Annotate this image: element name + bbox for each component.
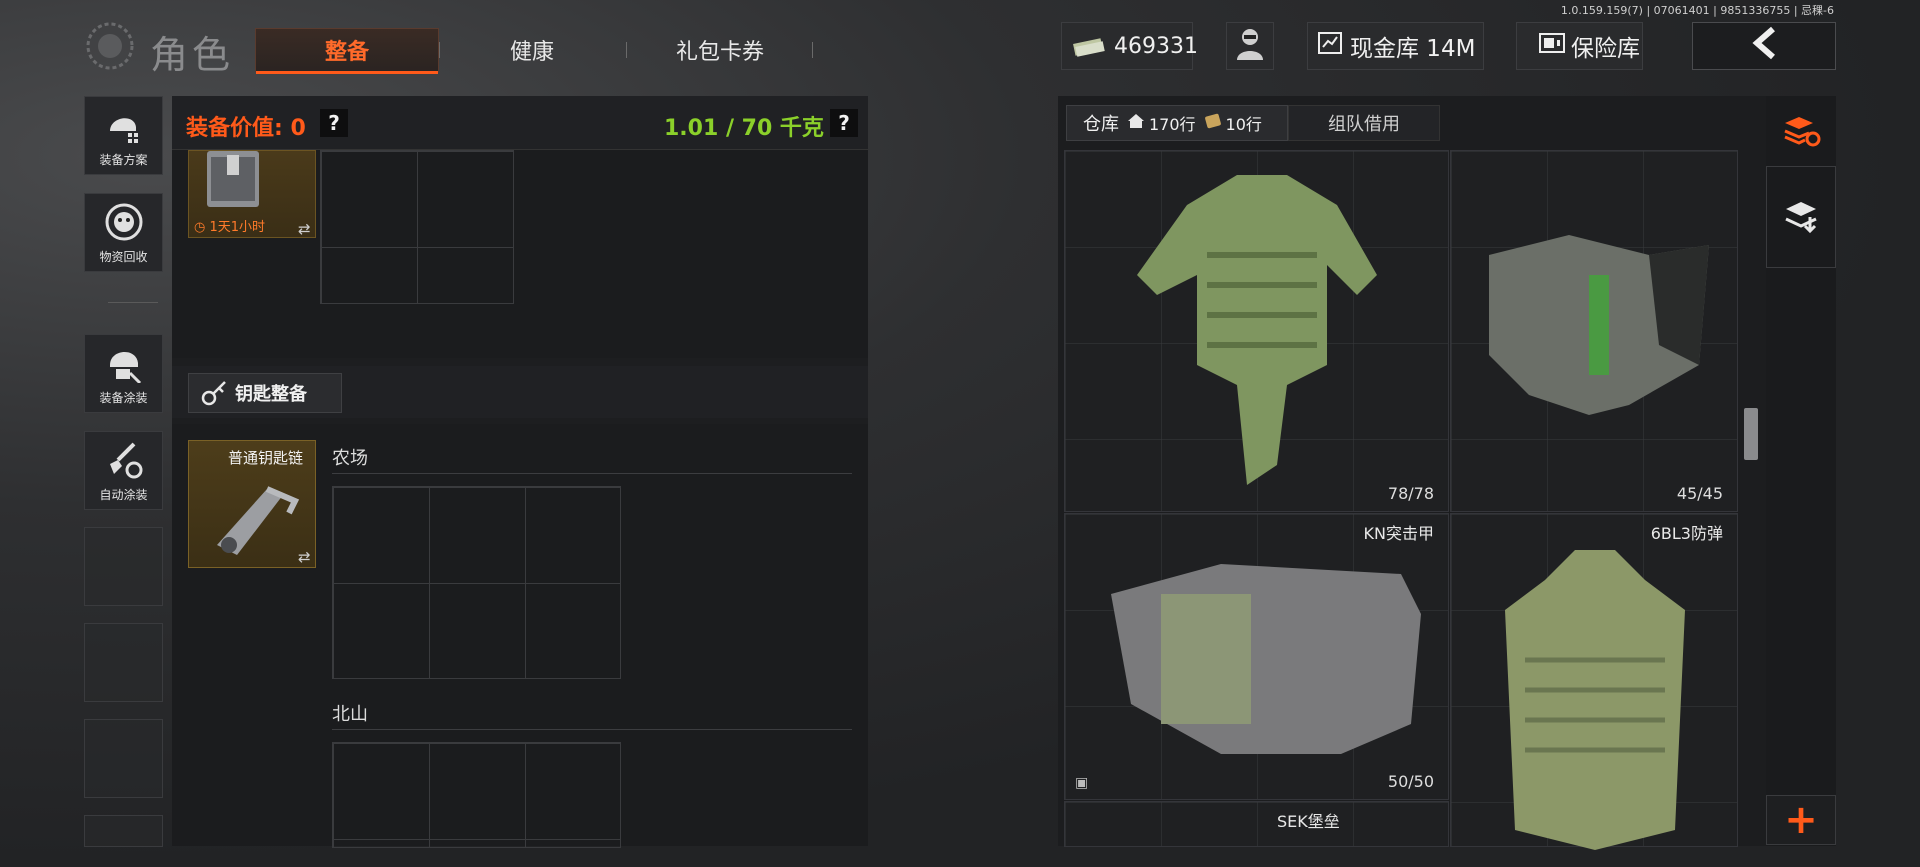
item-durability: 78/78: [1387, 484, 1434, 503]
layer-download-button[interactable]: [1766, 166, 1836, 268]
weight-help-button[interactable]: ?: [830, 109, 858, 137]
item-durability: 50/50: [1387, 772, 1434, 791]
weight-display: 1.01 / 70 千克: [664, 116, 824, 141]
recycle-face-icon: [105, 203, 142, 241]
chevron-left-icon: [1749, 26, 1779, 66]
body-armor-vest-image: [1137, 175, 1377, 485]
layers-refresh-icon: [1784, 117, 1821, 147]
item-name: 6BL3防弹: [1650, 524, 1723, 543]
build-info: 1.0.159.159(7) | 07061401 | 9851336755 |…: [1560, 4, 1834, 17]
cash-vault-button[interactable]: 现金库 14M: [1307, 22, 1484, 70]
operator-button[interactable]: [1226, 22, 1274, 70]
inventory-item[interactable]: 78/78: [1064, 150, 1449, 512]
item-durability: 45/45: [1676, 484, 1723, 503]
plus-icon: +: [1784, 797, 1818, 843]
6bl3-vest-image: [1505, 550, 1685, 850]
brush-gear-icon: [109, 442, 142, 479]
safe-button[interactable]: 保险库: [1516, 22, 1643, 70]
equip-value-help-button[interactable]: ?: [320, 109, 348, 137]
keychain-swap-icon[interactable]: ⇄: [298, 548, 311, 566]
warehouse-scrollbar[interactable]: [1744, 408, 1758, 460]
key-icon: [201, 381, 226, 406]
add-button[interactable]: +: [1766, 795, 1836, 845]
helmet-paint-icon: [109, 351, 141, 383]
location-label: 农场: [332, 448, 368, 469]
tab-equipment[interactable]: 整备: [255, 28, 439, 74]
tab-health[interactable]: 健康: [460, 28, 604, 72]
location-key-grid[interactable]: [332, 486, 621, 679]
operator-avatar-icon: [1235, 26, 1265, 66]
currency-display: 469331: [1061, 22, 1198, 70]
sidebar-empty-slot: [84, 815, 163, 847]
sort-button[interactable]: [1766, 96, 1836, 166]
inventory-item[interactable]: KN突击甲 ▣ 50/50: [1064, 513, 1449, 800]
location-label: 北山: [332, 704, 368, 725]
item-name: SEK堡垒: [1277, 812, 1340, 831]
sidebar-empty-slot: [84, 623, 163, 702]
inventory-item[interactable]: SEK堡垒: [1064, 801, 1449, 847]
keychain-name: 普通钥匙链: [228, 449, 304, 467]
container-swap-icon[interactable]: ⇄: [298, 220, 311, 238]
page-title: 角色: [150, 33, 235, 77]
sidebar-empty-slot: [84, 527, 163, 606]
container-grid[interactable]: [320, 150, 514, 304]
kn-assault-armor-image: [1111, 564, 1421, 754]
expansion-ticket-icon: [1204, 112, 1222, 135]
sidebar-item-recycle[interactable]: 物资回收: [84, 193, 163, 272]
location-key-grid[interactable]: [332, 742, 621, 848]
sidebar-item-loadout-plan[interactable]: 装备方案: [84, 96, 163, 175]
tab-team-borrow[interactable]: 组队借用: [1288, 105, 1440, 141]
cash-stack-icon: [1072, 35, 1106, 57]
back-button[interactable]: [1692, 22, 1836, 70]
layers-download-icon: [1785, 202, 1817, 234]
sidebar-item-equipment-skin[interactable]: 装备涂装: [84, 334, 163, 413]
role-logo-icon: [82, 20, 142, 72]
home-icon: [1127, 113, 1145, 134]
item-name: KN突击甲: [1363, 524, 1434, 543]
equipment-value: 装备价值: 0: [186, 116, 306, 141]
inventory-item[interactable]: 45/45: [1450, 150, 1738, 512]
box-icon: ▣: [1075, 775, 1089, 791]
key-loadout-button[interactable]: 钥匙整备: [188, 373, 342, 413]
inventory-item[interactable]: 6BL3防弹: [1450, 513, 1738, 850]
helmet-grid-icon: [109, 118, 138, 143]
safe-icon: [1539, 32, 1565, 60]
sidebar-empty-slot: [84, 719, 163, 798]
tab-warehouse[interactable]: 仓库 170行 10行: [1066, 105, 1288, 141]
vault-chart-icon: [1318, 32, 1342, 60]
container-timer: ◷ 1天1小时: [194, 220, 266, 235]
chest-rig-image: [1489, 235, 1709, 415]
case-icon: [207, 151, 259, 207]
keychain-icon: [217, 486, 300, 555]
sidebar-item-auto-skin[interactable]: 自动涂装: [84, 431, 163, 510]
tab-gift-cards[interactable]: 礼包卡券: [640, 28, 800, 72]
